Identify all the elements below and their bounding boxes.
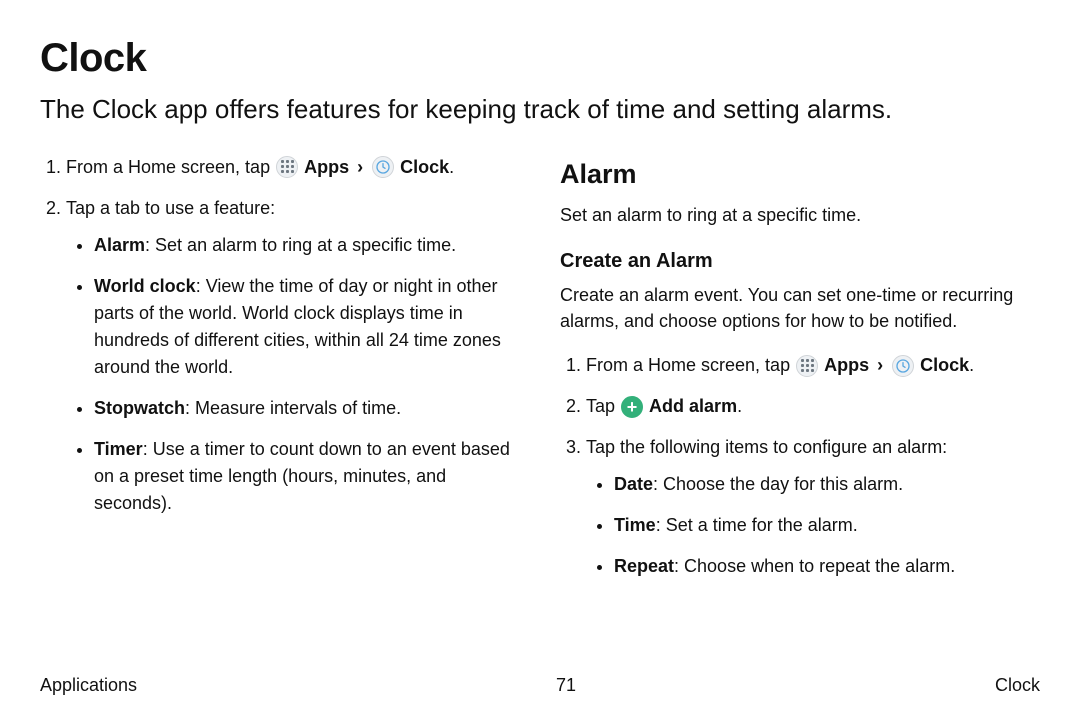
right-step-2: Tap + Add alarm. [586, 393, 1040, 420]
config-list: Date: Choose the day for this alarm. Tim… [586, 471, 1040, 580]
feature-desc: : Use a timer to count down to an event … [94, 439, 510, 513]
rstep2-pre: Tap [586, 396, 620, 416]
clock-icon [372, 156, 394, 178]
feature-name: Timer [94, 439, 143, 459]
feature-desc: : Set an alarm to ring at a specific tim… [145, 235, 456, 255]
config-desc: : Choose the day for this alarm. [653, 474, 903, 494]
page-footer: Applications 71 Clock [40, 675, 1040, 696]
list-item: Stopwatch: Measure intervals of time. [94, 395, 520, 422]
step1-pre: From a Home screen, tap [66, 157, 275, 177]
create-alarm-desc: Create an alarm event. You can set one-t… [560, 282, 1040, 334]
plus-icon: + [621, 396, 643, 418]
chevron-right-icon: › [357, 157, 363, 177]
config-name: Date [614, 474, 653, 494]
intro-text: The Clock app offers features for keepin… [40, 93, 1040, 126]
left-steps: From a Home screen, tap Apps › Clock. Ta… [40, 154, 520, 517]
footer-page-number: 71 [556, 675, 576, 696]
chevron-right-icon: › [877, 355, 883, 375]
clock-label: Clock [920, 355, 969, 375]
right-step-3: Tap the following items to configure an … [586, 434, 1040, 580]
create-alarm-heading: Create an Alarm [560, 246, 1040, 276]
footer-right: Clock [995, 675, 1040, 696]
footer-left: Applications [40, 675, 137, 696]
add-alarm-label: Add alarm [649, 396, 737, 416]
apps-icon [276, 156, 298, 178]
list-item: Date: Choose the day for this alarm. [614, 471, 1040, 498]
page-title: Clock [40, 36, 1040, 81]
rstep1-post: . [969, 355, 974, 375]
list-item: Timer: Use a timer to count down to an e… [94, 436, 520, 517]
rstep3-text: Tap the following items to configure an … [586, 437, 947, 457]
left-step-1: From a Home screen, tap Apps › Clock. [66, 154, 520, 181]
rstep1-pre: From a Home screen, tap [586, 355, 795, 375]
left-step-2: Tap a tab to use a feature: Alarm: Set a… [66, 195, 520, 517]
rstep2-post: . [737, 396, 742, 416]
clock-icon [892, 355, 914, 377]
list-item: Alarm: Set an alarm to ring at a specifi… [94, 232, 520, 259]
config-name: Repeat [614, 556, 674, 576]
feature-desc: : Measure intervals of time. [185, 398, 401, 418]
config-desc: : Set a time for the alarm. [656, 515, 858, 535]
right-step-1: From a Home screen, tap Apps › Clock. [586, 352, 1040, 379]
list-item: Repeat: Choose when to repeat the alarm. [614, 553, 1040, 580]
right-column: Alarm Set an alarm to ring at a specific… [560, 154, 1040, 595]
feature-name: World clock [94, 276, 196, 296]
feature-name: Alarm [94, 235, 145, 255]
apps-label: Apps [304, 157, 349, 177]
config-name: Time [614, 515, 656, 535]
clock-label: Clock [400, 157, 449, 177]
two-column-layout: From a Home screen, tap Apps › Clock. Ta… [40, 154, 1040, 595]
step2-text: Tap a tab to use a feature: [66, 198, 275, 218]
step1-post: . [449, 157, 454, 177]
right-steps: From a Home screen, tap Apps › Clock. Ta… [560, 352, 1040, 580]
alarm-desc: Set an alarm to ring at a specific time. [560, 202, 1040, 228]
apps-icon [796, 355, 818, 377]
feature-name: Stopwatch [94, 398, 185, 418]
list-item: World clock: View the time of day or nig… [94, 273, 520, 381]
left-column: From a Home screen, tap Apps › Clock. Ta… [40, 154, 520, 595]
feature-list: Alarm: Set an alarm to ring at a specifi… [66, 232, 520, 517]
config-desc: : Choose when to repeat the alarm. [674, 556, 955, 576]
alarm-heading: Alarm [560, 154, 1040, 195]
list-item: Time: Set a time for the alarm. [614, 512, 1040, 539]
apps-label: Apps [824, 355, 869, 375]
